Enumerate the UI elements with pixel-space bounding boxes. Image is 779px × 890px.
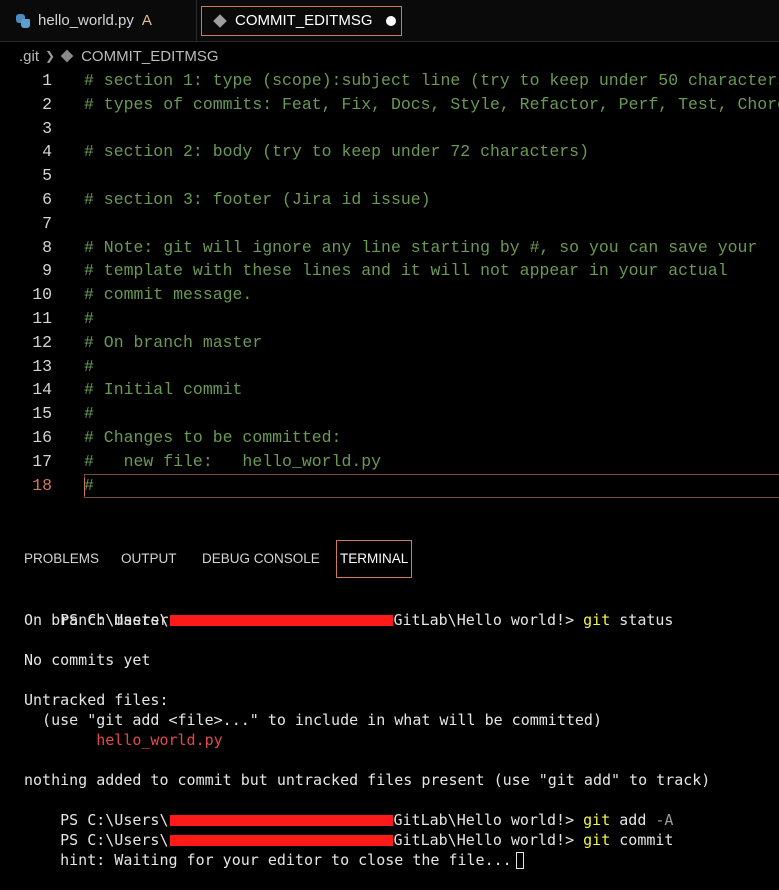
code-text: # [84,475,94,495]
editor-line[interactable]: 15 # [0,402,779,426]
code-text: # Note: git will ignore any line startin… [84,237,758,257]
code-text: # section 3: footer (Jira id issue) [84,190,431,209]
code-text: # Initial commit [84,380,243,400]
terminal-line: hint: Waiting for your editor to close t… [24,830,524,869]
code-text: # types of commits: Feat, Fix, Docs, Sty… [84,94,779,114]
editor-tab-bar: hello_world.py A COMMIT_EDITMSG [0,0,779,42]
editor-line[interactable]: 9 # template with these lines and it will… [0,259,779,283]
code-text: # section 2: body (try to keep under 72 … [84,142,589,162]
code-text: # [84,404,94,424]
line-number: 1 [42,71,52,90]
line-number: 11 [32,309,52,328]
editor-line[interactable]: 3 [0,117,779,141]
tab-hello-world[interactable]: hello_world.py A [0,0,197,41]
code-text: # template with these lines and it will … [84,261,728,281]
tab-output[interactable]: OUTPUT [121,540,177,578]
line-number: 4 [42,142,52,162]
terminal-line: Untracked files: [24,691,169,709]
code-text: # [84,309,94,328]
line-number: 16 [32,428,52,447]
tab-label: hello_world.py [38,12,134,29]
code-text: # Changes to be committed: [84,428,342,447]
chevron-right-icon: ❯ [45,49,56,63]
tab-debug-console[interactable]: DEBUG CONSOLE [202,540,320,578]
editor-line[interactable]: 18 # [0,474,779,498]
tab-terminal[interactable]: TERMINAL [336,540,413,578]
terminal-line: On branch master [24,611,169,629]
code-text: # new file: hello_world.py [84,451,382,471]
python-icon [16,13,30,28]
breadcrumb-folder[interactable]: .git [19,48,39,65]
line-number: 3 [42,118,52,138]
line-number: 13 [32,356,52,376]
line-number: 5 [42,166,52,186]
line-number: 15 [32,404,52,424]
line-number: 14 [32,380,52,400]
line-number: 9 [42,261,52,281]
breadcrumb-file[interactable]: COMMIT_EDITMSG [81,48,219,65]
editor-line[interactable]: 7 [0,212,779,236]
tab-commit-editmsg[interactable]: COMMIT_EDITMSG [197,0,408,41]
editor-line[interactable]: 4 # section 2: body (try to keep under 72… [0,140,779,164]
editor-line[interactable]: 5 [0,164,779,188]
terminal-line: PS C:\Users\ GitLab\Hello world!> git add… [60,811,674,829]
editor-line[interactable]: 1 # section 1: type (scope):subject line … [0,69,779,93]
terminal-line: No commits yet [24,651,151,669]
tab-problems[interactable]: PROBLEMS [24,540,99,578]
line-number: 17 [32,451,52,471]
tab-label: COMMIT_EDITMSG [235,12,373,29]
untracked-file: hello_world.py [24,731,223,749]
line-number: 7 [42,213,52,233]
panel-tab-bar: PROBLEMS OUTPUT DEBUG CONSOLE TERMINAL [0,540,779,578]
redacted-block [169,615,393,626]
line-number: 12 [32,332,52,352]
code-text: # section 1: type (scope):subject line (… [84,71,779,90]
unsaved-dot-icon[interactable] [385,15,396,26]
code-text: # commit message. [84,285,253,305]
editor-line[interactable]: 12 # On branch master [0,331,779,355]
terminal-line: PS C:\Users\ GitLab\Hello world!> git sta… [60,611,674,629]
line-number: 2 [42,94,52,114]
line-number: 10 [32,285,52,305]
terminal-cursor [515,852,524,869]
editor-line[interactable]: 2 # types of commits: Feat, Fix, Docs, St… [0,93,779,117]
line-number: 18 [32,475,52,495]
code-editor[interactable]: 1 # section 1: type (scope):subject line … [0,69,779,529]
editor-line[interactable]: 17 # new file: hello_world.py [0,450,779,474]
git-file-icon [213,13,227,28]
breadcrumb: .git ❯ COMMIT_EDITMSG [0,42,779,70]
editor-line[interactable]: 6 # section 3: footer (Jira id issue) [0,188,779,212]
git-file-icon [60,49,74,63]
line-number: 6 [42,190,52,209]
code-text: # On branch master [84,332,263,352]
terminal-line: (use "git add <file>..." to include in w… [24,711,602,729]
editor-line[interactable]: 16 # Changes to be committed: [0,426,779,450]
editor-line[interactable]: 14 # Initial commit [0,378,779,402]
editor-line[interactable]: 13 # [0,355,779,379]
line-number: 8 [42,237,52,257]
code-text: # [84,356,94,376]
terminal-line: nothing added to commit but untracked fi… [24,771,711,789]
git-added-badge: A [141,12,152,29]
editor-line[interactable]: 8 # Note: git will ignore any line starti… [0,236,779,260]
editor-line[interactable]: 11 # [0,307,779,331]
editor-line[interactable]: 10 # commit message. [0,283,779,307]
terminal-line: PS C:\Users\ GitLab\Hello world!> git com… [60,831,674,849]
